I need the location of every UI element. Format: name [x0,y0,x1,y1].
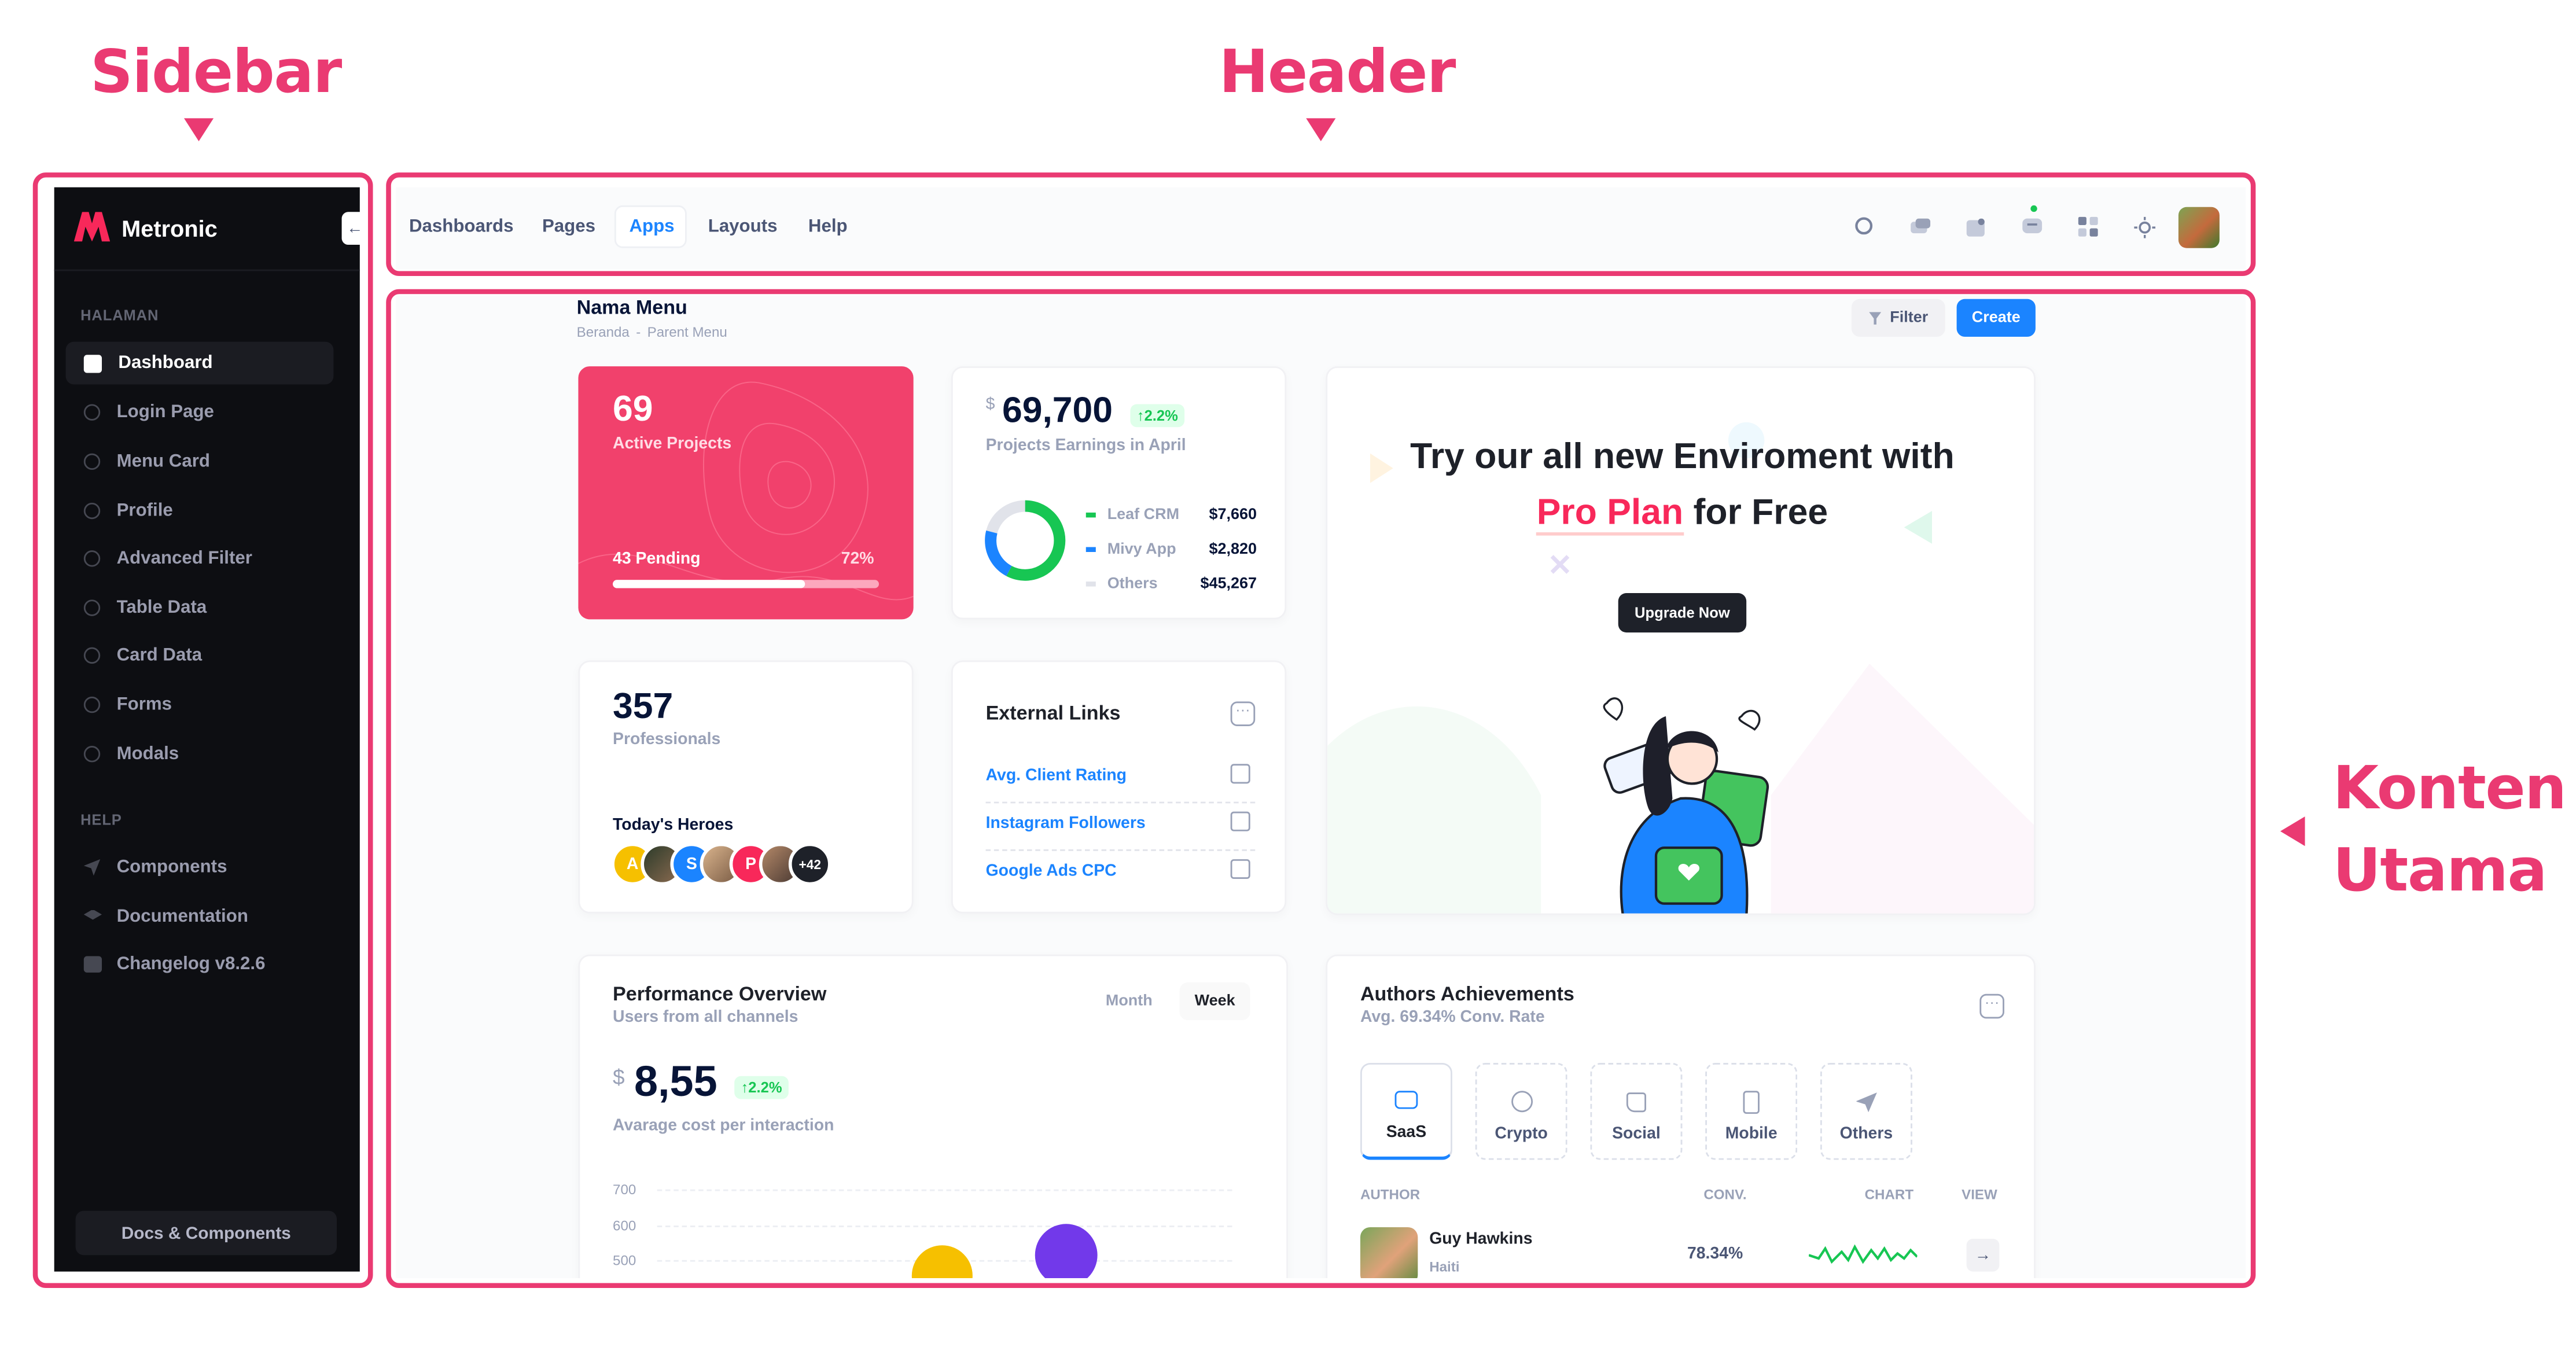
annotation-konten: Konten [2332,756,2567,823]
annotation-frame-header [386,172,2256,277]
annotation-header: Header [1219,39,1456,107]
annotation-frame-sidebar [32,172,373,1289]
annotation-frame-content [386,289,2256,1289]
annotation-arrow-sidebar [184,118,214,142]
annotation-utama: Utama [2332,838,2548,906]
annotation-arrow-konten [2280,816,2305,847]
annotation-arrow-header [1306,118,1336,142]
annotation-sidebar: Sidebar [90,39,342,107]
